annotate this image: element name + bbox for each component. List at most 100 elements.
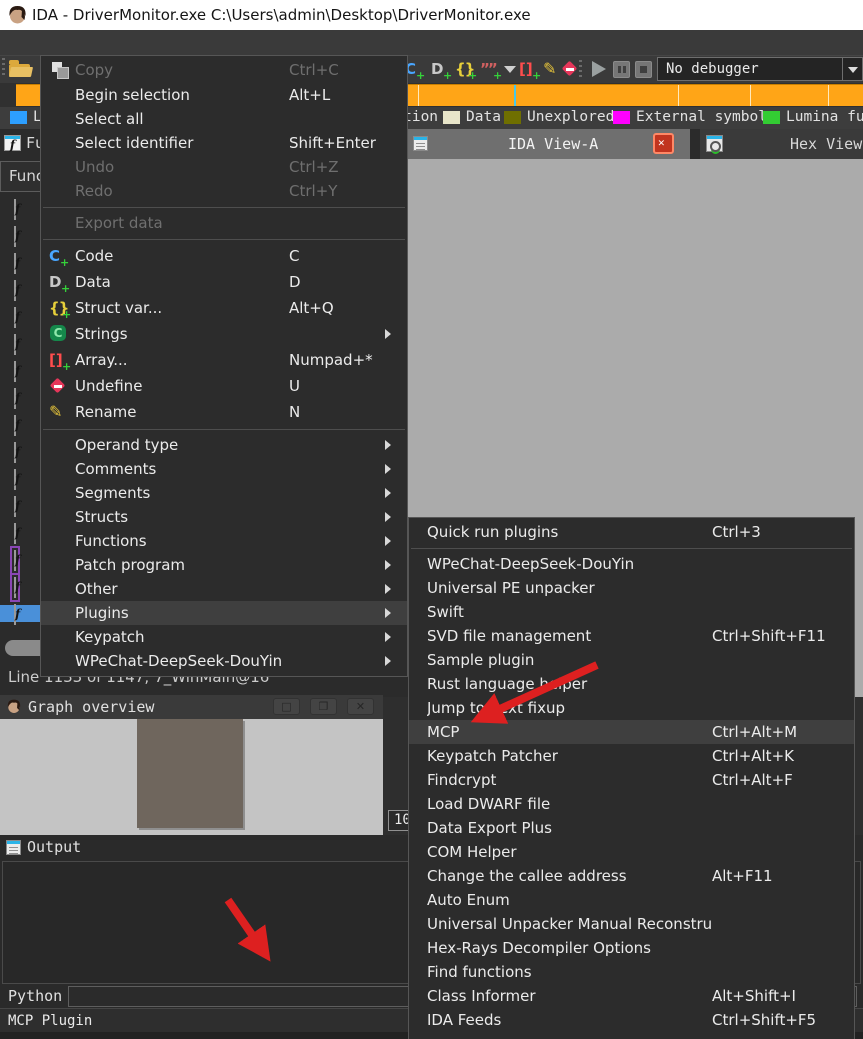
debugger-stop-button[interactable] — [635, 61, 652, 78]
menu-item[interactable] — [41, 235, 407, 243]
tab-hex-view[interactable]: Hex View — [700, 129, 863, 159]
menu-item-undefine[interactable]: Undefine U — [41, 373, 407, 399]
menu-item-com-helper[interactable]: COM Helper — [409, 840, 854, 864]
function-row[interactable] — [0, 524, 40, 541]
menu-item-rust-language-helper[interactable]: Rust language helper — [409, 672, 854, 696]
menu-item-strings[interactable]: Strings — [41, 321, 407, 347]
window-restore-button[interactable]: □ — [273, 698, 300, 715]
menu-item-rename[interactable]: Rename N — [41, 399, 407, 425]
debugger-select[interactable]: No debugger — [657, 57, 863, 81]
menu-item[interactable] — [41, 203, 407, 211]
function-row[interactable] — [0, 470, 40, 487]
function-row[interactable] — [0, 578, 40, 595]
menu-item-comments[interactable]: Comments — [41, 457, 407, 481]
menu-item-code[interactable]: Code C — [41, 243, 407, 269]
toolbar-grip[interactable] — [2, 58, 5, 78]
menu-item-class-informer[interactable]: Class Informer Alt+Shift+I — [409, 984, 854, 1008]
menu-item-operand-type[interactable]: Operand type — [41, 433, 407, 457]
make-array-icon[interactable] — [519, 59, 541, 79]
function-row[interactable] — [0, 362, 40, 379]
debugger-start-icon[interactable] — [592, 61, 606, 77]
graph-overview-title: Graph overview — [28, 698, 154, 716]
output-lines — [11, 864, 83, 923]
graph-overview-canvas[interactable] — [0, 719, 383, 835]
function-row[interactable] — [0, 200, 40, 217]
menu-bar-item[interactable] — [208, 30, 234, 55]
menu-item-patch-program[interactable]: Patch program — [41, 553, 407, 577]
menu-item-keypatch-patcher[interactable]: Keypatch Patcher Ctrl+Alt+K — [409, 744, 854, 768]
make-data-icon[interactable] — [431, 59, 453, 79]
menu-item-copy[interactable]: Copy Ctrl+C — [41, 57, 407, 83]
tab-close-icon[interactable] — [653, 133, 674, 154]
menu-bar — [0, 30, 863, 55]
function-row[interactable] — [0, 389, 40, 406]
open-file-icon[interactable] — [9, 64, 30, 77]
menu-item-segments[interactable]: Segments — [41, 481, 407, 505]
menu-item-select-identifier[interactable]: Select identifier Shift+Enter — [41, 131, 407, 155]
window-close-button[interactable]: ✕ — [347, 698, 374, 715]
menu-bar-item[interactable] — [130, 30, 156, 55]
menu-item[interactable] — [409, 544, 854, 552]
menu-item-data-export-plus[interactable]: Data Export Plus — [409, 816, 854, 840]
function-row[interactable] — [0, 281, 40, 298]
menu-item-load-dwarf-file[interactable]: Load DWARF file — [409, 792, 854, 816]
menu-item-keypatch[interactable]: Keypatch — [41, 625, 407, 649]
menu-bar-item[interactable] — [78, 30, 104, 55]
menu-item-other[interactable]: Other — [41, 577, 407, 601]
function-row[interactable] — [0, 416, 40, 433]
function-row[interactable] — [0, 308, 40, 325]
menu-item-icon — [49, 213, 71, 233]
menu-item-wpechat-deepseek-douyin[interactable]: WPeChat-DeepSeek-DouYin — [409, 552, 854, 576]
function-row[interactable] — [0, 335, 40, 352]
menu-item-export-data[interactable]: Export data — [41, 211, 407, 235]
make-struct-icon[interactable] — [455, 59, 477, 79]
menu-bar-item[interactable] — [182, 30, 208, 55]
menu-item-undo[interactable]: Undo Ctrl+Z — [41, 155, 407, 179]
function-row[interactable] — [0, 443, 40, 460]
menu-bar-item[interactable] — [52, 30, 78, 55]
nav-band-marker — [750, 85, 751, 106]
menu-item-swift[interactable]: Swift — [409, 600, 854, 624]
make-string-icon[interactable] — [480, 59, 502, 79]
function-row[interactable] — [0, 497, 40, 514]
submenu-arrow-icon — [385, 604, 397, 622]
menu-item-hex-rays-decompiler-options[interactable]: Hex-Rays Decompiler Options — [409, 936, 854, 960]
function-row[interactable] — [0, 254, 40, 271]
menu-item-svd-file-management[interactable]: SVD file management Ctrl+Shift+F11 — [409, 624, 854, 648]
menu-item[interactable] — [41, 425, 407, 433]
menu-item-begin-selection[interactable]: Begin selection Alt+L — [41, 83, 407, 107]
combo-arrow-icon[interactable] — [842, 58, 862, 80]
menu-item-jump-to-next-fixup[interactable]: Jump to next fixup — [409, 696, 854, 720]
menu-bar-item[interactable] — [156, 30, 182, 55]
menu-bar-item[interactable] — [26, 30, 52, 55]
menu-item-redo[interactable]: Redo Ctrl+Y — [41, 179, 407, 203]
menu-item-find-functions[interactable]: Find functions — [409, 960, 854, 984]
menu-item-auto-enum[interactable]: Auto Enum — [409, 888, 854, 912]
tab-ida-view[interactable]: IDA View-A — [408, 129, 690, 159]
menu-item-findcrypt[interactable]: Findcrypt Ctrl+Alt+F — [409, 768, 854, 792]
menu-item-array[interactable]: Array... Numpad+* — [41, 347, 407, 373]
menu-item-universal-unpacker-manual-reconstruct[interactable]: Universal Unpacker Manual Reconstruct — [409, 912, 854, 936]
menu-bar-item[interactable] — [104, 30, 130, 55]
menu-bar-item[interactable] — [234, 30, 260, 55]
menu-item-change-the-callee-address[interactable]: Change the callee address Alt+F11 — [409, 864, 854, 888]
menu-item-struct-var[interactable]: Struct var... Alt+Q — [41, 295, 407, 321]
menu-item-wpechat-deepseek-douyin[interactable]: WPeChat-DeepSeek-DouYin — [41, 649, 407, 673]
menu-item-ida-feeds[interactable]: IDA Feeds Ctrl+Shift+F5 — [409, 1008, 854, 1032]
debugger-pause-button[interactable] — [613, 61, 630, 78]
window-float-button[interactable]: ❐ — [310, 698, 337, 715]
menu-item-mcp[interactable]: MCP Ctrl+Alt+M — [409, 720, 854, 744]
menu-item-select-all[interactable]: Select all — [41, 107, 407, 131]
menu-bar-item[interactable] — [0, 30, 26, 55]
menu-item-quick-run-plugins[interactable]: Quick run plugins Ctrl+3 — [409, 520, 854, 544]
make-code-icon[interactable] — [405, 59, 427, 79]
menu-item-structs[interactable]: Structs — [41, 505, 407, 529]
function-row[interactable] — [0, 227, 40, 244]
menu-item-universal-pe-unpacker[interactable]: Universal PE unpacker — [409, 576, 854, 600]
menu-item-functions[interactable]: Functions — [41, 529, 407, 553]
menu-item[interactable] — [409, 1032, 854, 1039]
menu-item-sample-plugin[interactable]: Sample plugin — [409, 648, 854, 672]
menu-item-plugins[interactable]: Plugins — [41, 601, 407, 625]
function-row[interactable] — [0, 551, 40, 568]
menu-item-data[interactable]: Data D — [41, 269, 407, 295]
